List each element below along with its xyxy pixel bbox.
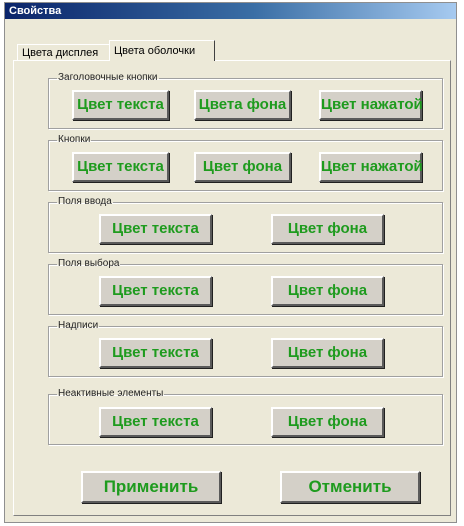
group-input-fields-label: Поля ввода (58, 196, 112, 207)
inactive-elements-background-color-button[interactable]: Цвет фона (271, 407, 384, 437)
group-title-buttons-label: Заголовочные кнопки (58, 72, 158, 83)
select-fields-background-color-button[interactable]: Цвет фона (271, 276, 384, 306)
buttons-text-color-button[interactable]: Цвет текста (72, 152, 169, 182)
apply-button[interactable]: Применить (81, 471, 221, 503)
buttons-background-color-button[interactable]: Цвет фона (194, 152, 291, 182)
title-buttons-pressed-color-button[interactable]: Цвет нажатой (319, 90, 423, 120)
cancel-button[interactable]: Отменить (280, 471, 420, 503)
select-fields-text-color-button[interactable]: Цвет текста (99, 276, 212, 306)
properties-window: Свойства Цвета дисплея Цвета оболочки За… (4, 2, 457, 523)
input-fields-background-color-button[interactable]: Цвет фона (271, 214, 384, 244)
inactive-elements-text-color-button[interactable]: Цвет текста (99, 407, 212, 437)
tab-shell-colors[interactable]: Цвета оболочки (109, 40, 215, 61)
input-fields-text-color-button[interactable]: Цвет текста (99, 214, 212, 244)
window-title: Свойства (5, 3, 456, 19)
group-buttons-label: Кнопки (58, 134, 91, 145)
title-buttons-text-color-button[interactable]: Цвет текста (72, 90, 169, 120)
buttons-pressed-color-button[interactable]: Цвет нажатой (319, 152, 423, 182)
labels-text-color-button[interactable]: Цвет текста (99, 338, 212, 368)
labels-background-color-button[interactable]: Цвет фона (271, 338, 384, 368)
group-inactive-elements-label: Неактивные элементы (58, 388, 164, 399)
group-select-fields-label: Поля выбора (58, 258, 120, 269)
title-buttons-background-color-button[interactable]: Цвета фона (194, 90, 291, 120)
tab-display-colors[interactable]: Цвета дисплея (17, 44, 110, 61)
group-labels-label: Надписи (58, 320, 99, 331)
